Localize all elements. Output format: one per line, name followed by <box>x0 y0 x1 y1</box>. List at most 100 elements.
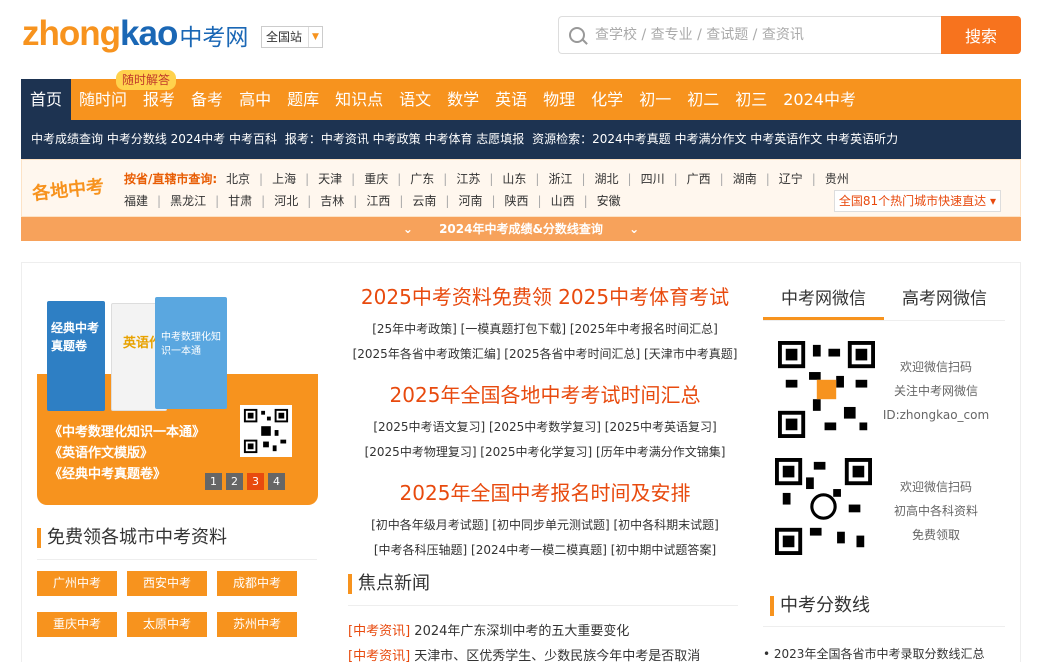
region-link[interactable]: 天津 <box>318 172 342 186</box>
chevron-down-icon: ▼ <box>308 27 322 47</box>
region-link[interactable]: 云南 <box>412 194 436 208</box>
region-link[interactable]: 河北 <box>274 194 298 208</box>
headline[interactable]: 2025年全国各地中考考试时间汇总 <box>350 375 740 415</box>
hot-cities-button[interactable]: 全国81个热门城市快速直达 ▾ <box>833 190 1001 212</box>
region-link[interactable]: 浙江 <box>548 172 572 186</box>
region-link[interactable]: 湖北 <box>595 172 619 186</box>
wechat-caption: 欢迎微信扫码 关注中考网微信 ID:zhongkao_com <box>882 360 990 422</box>
ask-badge: 随时解答 <box>116 70 177 90</box>
region-link[interactable]: 江苏 <box>456 172 480 186</box>
nav-highschool[interactable]: 高中 <box>231 79 279 120</box>
region-link[interactable]: 吉林 <box>320 194 344 208</box>
divider <box>348 605 738 606</box>
logo-text-cn: 中考网 <box>179 25 249 51</box>
nav-math[interactable]: 数学 <box>439 79 487 120</box>
promo-banner[interactable]: 经典中考真题卷 英语作 中考数理化知识一本通 《中考数理化知识一本通》 《英语作… <box>37 275 318 505</box>
region-link[interactable]: 江西 <box>366 194 390 208</box>
region-link[interactable]: 广西 <box>687 172 711 186</box>
region-link[interactable]: 河南 <box>458 194 482 208</box>
nav-prepare[interactable]: 备考 <box>183 79 231 120</box>
logo-text-kao: kao <box>120 14 178 53</box>
divider <box>37 559 317 560</box>
nav-grade1[interactable]: 初一 <box>631 79 679 120</box>
headline-links[interactable]: [25年中考政策] [一模真题打包下载] [2025年中考报名时间汇总] <box>350 317 740 342</box>
region-link[interactable]: 福建 <box>124 194 148 208</box>
region-link[interactable]: 重庆 <box>364 172 388 186</box>
region-logo: 各地中考 <box>31 176 106 205</box>
site-logo[interactable]: zhong kao 中考网 <box>22 14 248 54</box>
region-link[interactable]: 山西 <box>551 194 575 208</box>
score-list-item[interactable]: • 2023年全国各省市中考录取分数线汇总 <box>763 645 984 662</box>
headline-block: 2025中考资料免费领 2025中考体育考试 [25年中考政策] [一模真题打包… <box>350 277 740 563</box>
region-link[interactable]: 北京 <box>226 172 250 186</box>
tab-zhongkao-wechat[interactable]: 中考网微信 <box>763 285 884 320</box>
headline-links[interactable]: [2025中考语文复习] [2025中考数学复习] [2025中考英语复习] <box>350 415 740 440</box>
news-section-title: 焦点新闻 <box>348 574 430 594</box>
news-item[interactable]: [中考资讯] 天津市、区优秀学生、少数民族今年中考是否取消 <box>348 645 700 664</box>
carousel-pager: 1 2 3 4 <box>205 473 285 490</box>
city-button[interactable]: 重庆中考 <box>37 612 117 637</box>
region-link[interactable]: 陕西 <box>505 194 529 208</box>
chevron-down-icon: ▾ <box>989 194 996 208</box>
headline-links[interactable]: [初中各年级月考试题] [初中同步单元测试题] [初中各科期末试题] <box>350 513 740 538</box>
nav-physics[interactable]: 物理 <box>535 79 583 120</box>
nav-chemistry[interactable]: 化学 <box>583 79 631 120</box>
wechat-tabs: 中考网微信 高考网微信 <box>763 285 1005 321</box>
hot-cities-label: 全国81个热门城市快速直达 <box>838 194 987 208</box>
carousel-dot[interactable]: 1 <box>205 473 222 490</box>
site-select[interactable]: 全国站 ▼ <box>261 26 324 48</box>
search-icon <box>569 27 585 43</box>
region-link[interactable]: 黑龙江 <box>170 194 206 208</box>
search-box <box>558 16 941 54</box>
city-button[interactable]: 苏州中考 <box>217 612 297 637</box>
nav-questions[interactable]: 题库 <box>279 79 327 120</box>
subnav-group-2[interactable]: 报考：中考资讯 中考政策 中考体育 志愿填报 <box>285 132 524 146</box>
region-link[interactable]: 湖南 <box>733 172 757 186</box>
region-link[interactable]: 贵州 <box>825 172 849 186</box>
search-input[interactable] <box>595 27 925 43</box>
nav-english[interactable]: 英语 <box>487 79 535 120</box>
tab-gaokao-wechat[interactable]: 高考网微信 <box>884 285 1005 320</box>
book-cover-3: 中考数理化知识一本通 <box>155 297 227 409</box>
book-cover-1: 经典中考真题卷 <box>47 301 105 411</box>
carousel-dot[interactable]: 4 <box>268 473 285 490</box>
nav-grade3[interactable]: 初三 <box>727 79 775 120</box>
carousel-dot[interactable]: 2 <box>226 473 243 490</box>
site-select-value: 全国站 <box>266 30 303 44</box>
headline[interactable]: 2025年全国中考报名时间及安排 <box>350 473 740 513</box>
region-link[interactable]: 上海 <box>272 172 296 186</box>
score-query-bar[interactable]: ⌄ 2024年中考成绩&分数线查询 ⌄ <box>21 217 1021 241</box>
nav-home[interactable]: 首页 <box>21 79 72 120</box>
city-button[interactable]: 广州中考 <box>37 571 117 596</box>
news-item[interactable]: [中考资讯] 2024年广东深圳中考的五大重要变化 <box>348 620 629 639</box>
region-link[interactable]: 安徽 <box>597 194 621 208</box>
region-link[interactable]: 四川 <box>641 172 665 186</box>
nav-grade2[interactable]: 初二 <box>679 79 727 120</box>
region-link[interactable]: 广东 <box>410 172 434 186</box>
chevron-down-icon: ⌄ <box>402 222 413 236</box>
headline-links[interactable]: [中考各科压轴题] [2024中考一模二模真题] [初中期中试题答案] <box>350 538 740 563</box>
city-button[interactable]: 成都中考 <box>217 571 297 596</box>
headline-links[interactable]: [2025中考物理复习] [2025中考化学复习] [历年中考满分作文锦集] <box>350 440 740 465</box>
headline-links[interactable]: [2025年各省中考政策汇编] [2025各省中考时间汇总] [天津市中考真题] <box>350 342 740 367</box>
score-section-title: 中考分数线 <box>770 596 870 616</box>
nav-chinese[interactable]: 语文 <box>391 79 439 120</box>
region-row-2: 福建 | 黑龙江 | 甘肃 | 河北 | 吉林 | 江西 | 云南 | 河南 | 陕西 | 山西 | 安徽 <box>124 194 621 208</box>
search-button[interactable]: 搜索 <box>941 16 1021 54</box>
region-link[interactable]: 甘肃 <box>228 194 252 208</box>
nav-knowledge[interactable]: 知识点 <box>327 79 391 120</box>
carousel-dot[interactable]: 3 <box>247 473 264 490</box>
region-link[interactable]: 辽宁 <box>779 172 803 186</box>
score-list: • 2023年全国各省市中考录取分数线汇总 <box>763 645 984 662</box>
city-button[interactable]: 太原中考 <box>127 612 207 637</box>
divider <box>763 626 1005 627</box>
city-button[interactable]: 西安中考 <box>127 571 207 596</box>
region-label: 按省/直辖市查询: <box>124 172 218 186</box>
cities-section-title: 免费领各城市中考资料 <box>37 528 227 548</box>
nav-2024[interactable]: 2024中考 <box>775 79 864 120</box>
region-link[interactable]: 山东 <box>502 172 526 186</box>
search-bar: 搜索 <box>558 16 1021 54</box>
subnav-group-3[interactable]: 资源检索：2024中考真题 中考满分作文 中考英语作文 中考英语听力 <box>532 132 898 146</box>
subnav-group-1[interactable]: 中考成绩查询 中考分数线 2024中考 中考百科 <box>31 132 277 146</box>
headline[interactable]: 2025中考资料免费领 2025中考体育考试 <box>350 277 740 317</box>
